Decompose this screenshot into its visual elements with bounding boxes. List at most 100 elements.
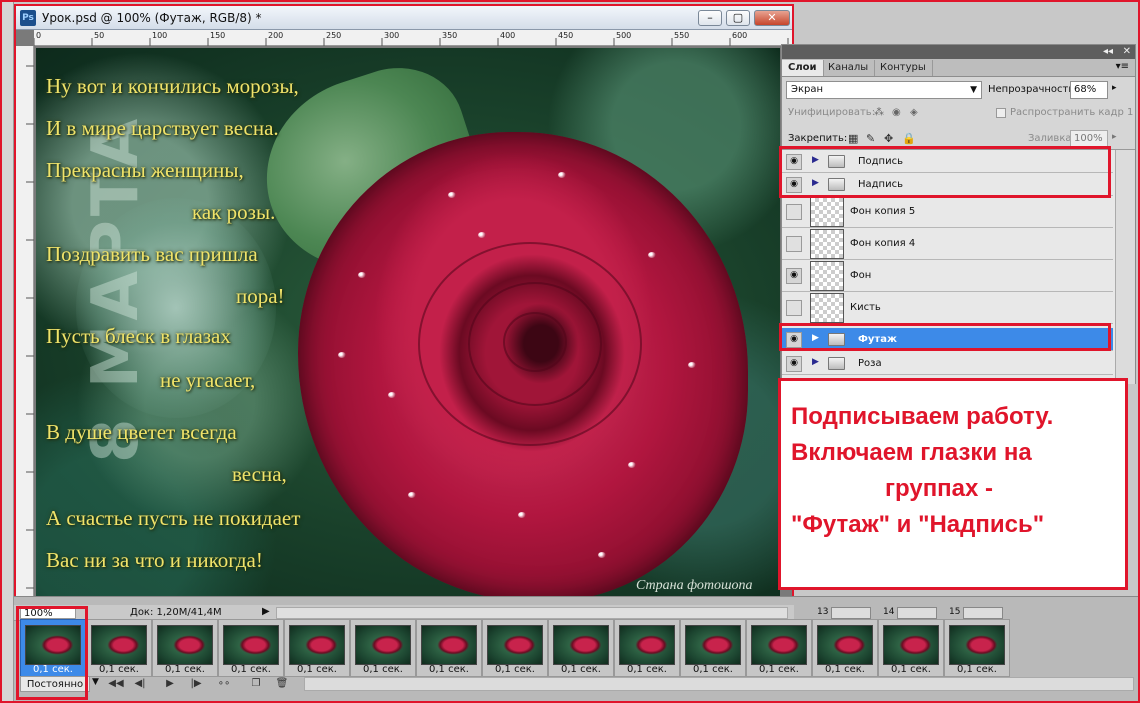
layer-row-fon-copy-4[interactable]: Фон копия 4 (782, 228, 1113, 260)
image-canvas[interactable]: 8 МАРТА Ну вот и кончились морозы, И в м… (36, 48, 780, 604)
animation-scrollbar[interactable] (304, 677, 1134, 691)
animation-frame[interactable]: 14 0,1 сек. (878, 607, 944, 677)
poem-line: Вас ни за что и никогда! (46, 548, 263, 572)
dew-drop (648, 252, 656, 258)
tab-layers[interactable]: Слои (782, 60, 824, 76)
lock-transparency-icon[interactable]: ▦ (848, 132, 858, 145)
tab-paths[interactable]: Контуры (874, 60, 933, 76)
note-line: Включаем глазки на (791, 439, 1032, 466)
unify-position-icon[interactable]: ⁂ (874, 107, 884, 118)
eye-icon[interactable]: ◉ (786, 268, 802, 284)
animation-frame[interactable]: 0,1 сек. (416, 619, 482, 677)
animation-frame[interactable]: 0,1 сек. (218, 619, 284, 677)
frame-delay[interactable]: 0,1 сек. (153, 664, 217, 675)
poem-line: Ну вот и кончились морозы, (46, 74, 299, 98)
unify-style-icon[interactable]: ◈ (910, 107, 918, 118)
animation-frame[interactable]: 0,1 сек. (86, 619, 152, 677)
eye-icon[interactable]: ◉ (786, 356, 802, 372)
move-icon[interactable]: ✥ (884, 132, 893, 145)
ruler-label: 400 (500, 31, 516, 40)
folder-icon (828, 357, 845, 370)
layer-row-fon-copy-5[interactable]: Фон копия 5 (782, 196, 1113, 228)
animation-frame[interactable]: 0,1 сек. (284, 619, 350, 677)
highlight-groups (779, 146, 1111, 198)
frame-delay[interactable]: 0,1 сек. (285, 664, 349, 675)
frame-delay[interactable]: 0,1 сек. (681, 664, 745, 675)
dew-drop (408, 492, 416, 498)
document-title-bar[interactable]: Ps Урок.psd @ 100% (Футаж, RGB/8) * – ▢ … (16, 6, 792, 30)
layer-row-kist[interactable]: Кисть (782, 292, 1113, 324)
petal-outline (503, 312, 567, 372)
status-menu-icon[interactable]: ▶ (262, 606, 270, 617)
play-icon[interactable]: ▶ (160, 676, 180, 692)
opacity-input[interactable]: 68% (1070, 81, 1108, 99)
ruler-label: 600 (732, 31, 748, 40)
animation-frame[interactable]: 0,1 сек. (746, 619, 812, 677)
eye-icon[interactable] (786, 236, 802, 252)
chevron-down-icon[interactable]: ▼ (92, 677, 99, 687)
lock-label: Закрепить: (788, 133, 848, 144)
poem-line: как розы. (192, 200, 276, 224)
poem-line: пора! (236, 284, 285, 308)
blend-mode-select[interactable]: Экран ▼ (786, 81, 982, 99)
animation-frame[interactable]: 0,1 сек. (350, 619, 416, 677)
eye-icon[interactable] (786, 204, 802, 220)
next-frame-icon[interactable]: |▶ (186, 676, 206, 692)
animation-frame[interactable]: 0,1 сек. (614, 619, 680, 677)
blend-mode-value: Экран (791, 84, 824, 95)
animation-frame[interactable]: 0,1 сек. (482, 619, 548, 677)
new-frame-icon[interactable]: ❐ (246, 676, 266, 692)
dew-drop (338, 352, 346, 358)
frame-thumbnail (355, 625, 411, 665)
animation-frame[interactable]: 13 0,1 сек. (812, 607, 878, 677)
instruction-note: Подписываем работу. Включаем глазки на г… (778, 378, 1128, 590)
tab-channels[interactable]: Каналы (822, 60, 876, 76)
animation-frame[interactable]: 15 0,1 сек. (944, 607, 1010, 677)
layer-row-fon[interactable]: ◉ Фон (782, 260, 1113, 292)
frame-delay[interactable]: 0,1 сек. (879, 664, 943, 675)
minimize-button[interactable]: – (698, 10, 722, 26)
frame-delay[interactable]: 0,1 сек. (813, 664, 877, 675)
document-title: Урок.psd @ 100% (Футаж, RGB/8) * (42, 11, 262, 25)
layer-name: Фон копия 4 (850, 238, 916, 249)
animation-frame[interactable]: 0,1 сек. (680, 619, 746, 677)
frame-delay[interactable]: 0,1 сек. (747, 664, 811, 675)
fill-slider-icon[interactable]: ▸ (1112, 132, 1117, 142)
unify-visibility-icon[interactable]: ◉ (892, 107, 901, 118)
propagate-frame-checkbox[interactable] (996, 108, 1006, 118)
trash-icon[interactable]: 🗑 (272, 676, 292, 692)
frame-delay[interactable]: 0,1 сек. (417, 664, 481, 675)
collapse-panel-icon[interactable]: ◂◂ (1103, 45, 1113, 59)
poem-line: В душе цветет всегда (46, 420, 237, 444)
triangle-right-icon[interactable]: ▶ (812, 357, 819, 367)
brush-icon[interactable]: ✎ (866, 132, 875, 145)
lock-icon[interactable]: 🔒 (902, 132, 916, 145)
ruler-vertical (16, 46, 34, 606)
ruler-ticks-vertical (26, 65, 34, 589)
first-frame-icon[interactable]: ◀◀ (106, 676, 126, 692)
layer-list-scrollbar[interactable] (1115, 150, 1135, 384)
animation-frame[interactable]: 0,1 сек. (548, 619, 614, 677)
ruler-label: 550 (674, 31, 690, 40)
maximize-button[interactable]: ▢ (726, 10, 750, 26)
animation-frame[interactable]: 0,1 сек. (152, 619, 218, 677)
frame-delay[interactable]: 0,1 сек. (615, 664, 679, 675)
frame-delay[interactable]: 0,1 сек. (87, 664, 151, 675)
ruler-label: 150 (210, 31, 226, 40)
layer-row-roza[interactable]: ◉ ▶ Роза (782, 352, 1113, 375)
opacity-slider-icon[interactable]: ▸ (1112, 83, 1117, 93)
close-panel-icon[interactable]: ✕ (1123, 45, 1131, 59)
tween-icon[interactable]: ∘∘ (214, 676, 234, 692)
panel-menu-icon[interactable]: ▾≡ (1116, 61, 1129, 72)
previous-frame-icon[interactable]: ◀| (130, 676, 150, 692)
close-button[interactable]: ✕ (754, 10, 790, 26)
panel-header-strip[interactable]: ◂◂ ✕ (782, 45, 1135, 59)
frame-delay[interactable]: 0,1 сек. (483, 664, 547, 675)
frame-delay[interactable]: 0,1 сек. (549, 664, 613, 675)
frame-delay[interactable]: 0,1 сек. (219, 664, 283, 675)
eye-icon[interactable] (786, 300, 802, 316)
poem-line: весна, (232, 462, 287, 486)
frame-delay[interactable]: 0,1 сек. (945, 664, 1009, 675)
frame-delay[interactable]: 0,1 сек. (351, 664, 415, 675)
horizontal-scrollbar[interactable] (276, 607, 788, 619)
